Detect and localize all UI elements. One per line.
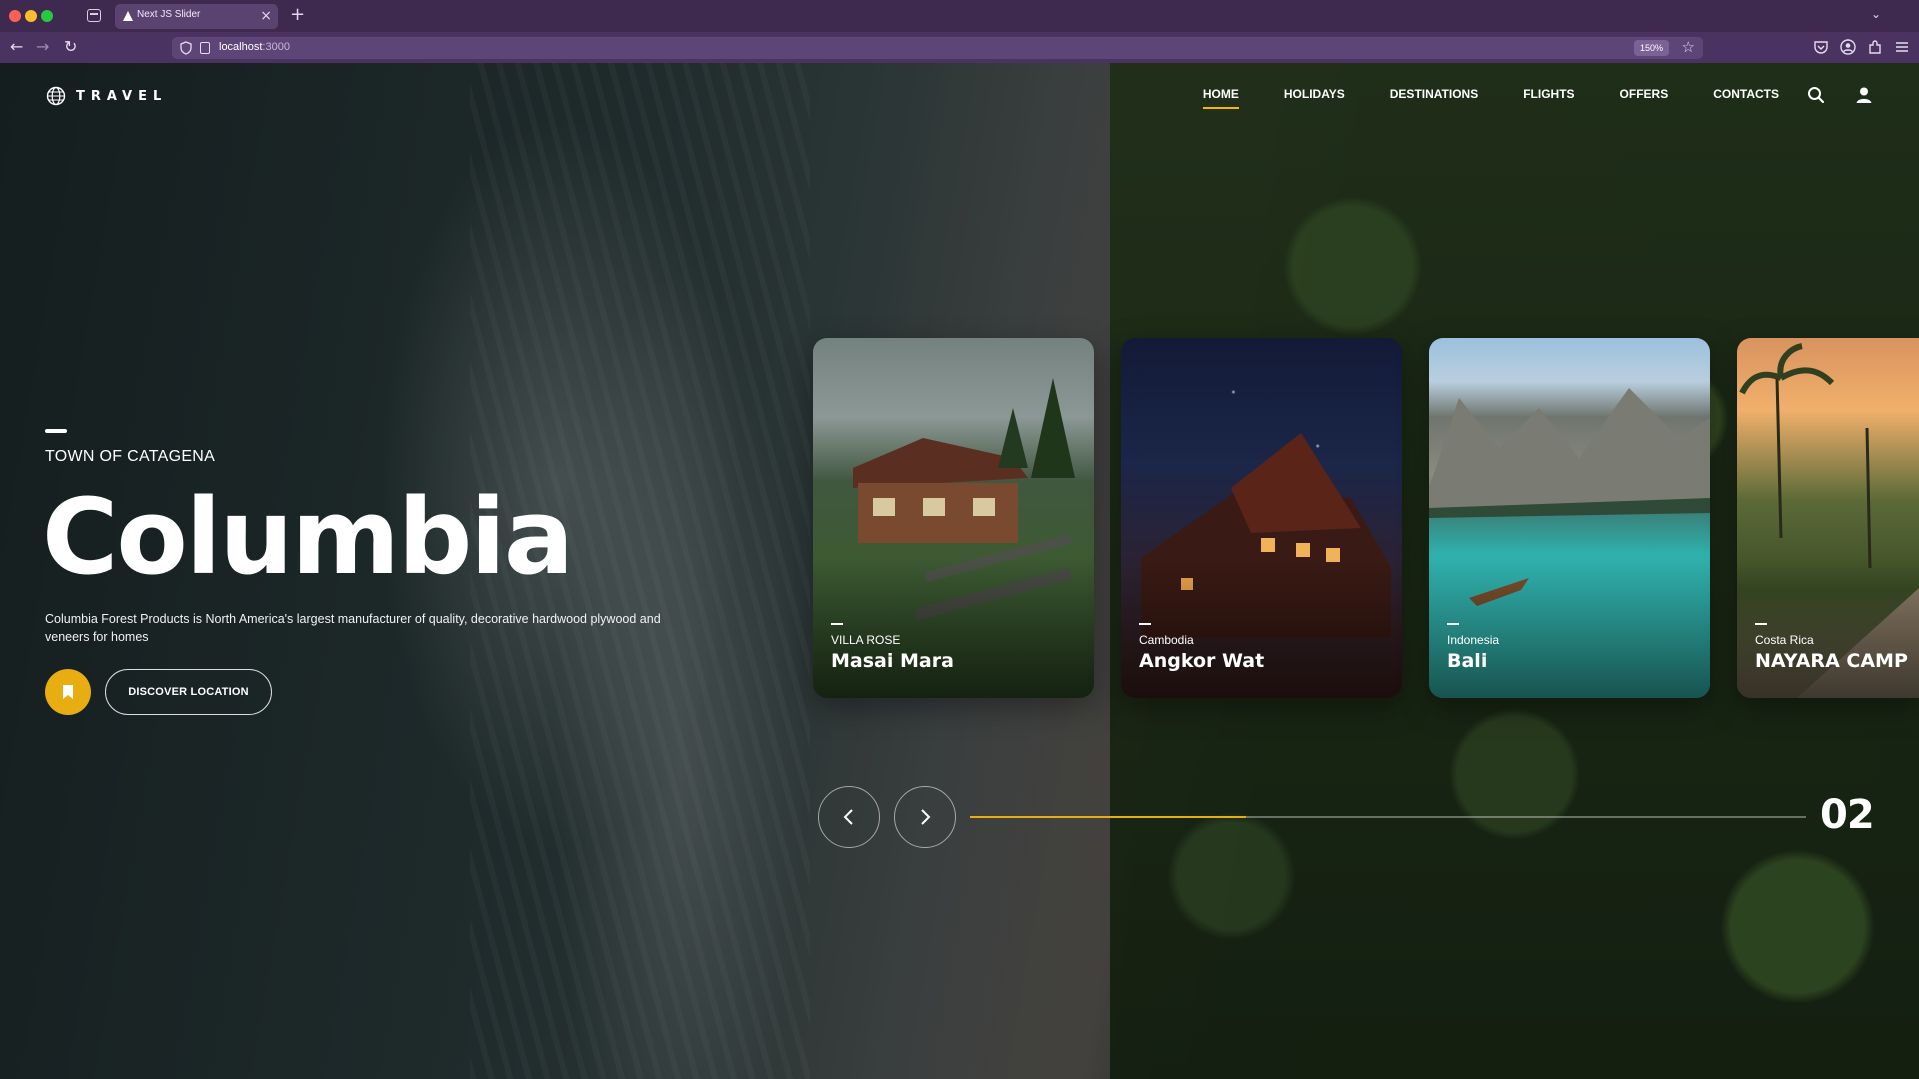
card-title: NAYARA CAMP xyxy=(1755,650,1908,672)
card-subtitle: Indonesia xyxy=(1447,633,1500,647)
new-tab-button[interactable]: + xyxy=(290,5,305,25)
menu-item-holidays[interactable]: HOLIDAYS xyxy=(1284,87,1345,109)
chevron-right-icon xyxy=(921,809,931,825)
globe-icon xyxy=(46,86,66,106)
card-shade xyxy=(1429,558,1710,698)
reload-icon[interactable]: ↻ xyxy=(64,37,77,57)
next-slide-button[interactable] xyxy=(894,786,956,848)
logo-text: TRAVEL xyxy=(76,88,168,104)
card-shade xyxy=(1121,558,1402,698)
hero-title: Columbia xyxy=(42,476,574,598)
extensions-icon[interactable] xyxy=(1866,38,1884,56)
current-slide-number: 02 xyxy=(1820,792,1875,838)
url-port: :3000 xyxy=(262,41,290,53)
site-logo[interactable]: TRAVEL xyxy=(46,86,167,106)
card-subtitle: Costa Rica xyxy=(1755,633,1814,647)
menu-item-offers[interactable]: OFFERS xyxy=(1620,87,1669,109)
user-icon[interactable] xyxy=(1854,85,1874,105)
card-subtitle: Cambodia xyxy=(1139,633,1194,647)
address-bar[interactable]: localhost:3000 150% ☆ xyxy=(172,37,1703,59)
tab-list-icon[interactable] xyxy=(87,9,101,22)
chevron-down-icon[interactable]: ⌄ xyxy=(1871,7,1881,21)
card-shade xyxy=(813,558,1094,698)
shield-icon[interactable] xyxy=(180,41,192,55)
destination-card[interactable]: Cambodia Angkor Wat xyxy=(1121,338,1402,698)
card-shade xyxy=(1737,558,1919,698)
search-icon[interactable] xyxy=(1806,85,1826,105)
card-dash xyxy=(1755,623,1767,625)
account-circle-icon[interactable] xyxy=(1839,38,1857,56)
browser-tab-bar: Next JS Slider × + ⌄ xyxy=(0,0,1919,32)
minimize-window-button[interactable] xyxy=(25,10,37,22)
url-host: localhost xyxy=(219,41,263,53)
hero-dash xyxy=(45,429,67,433)
menu-item-destinations[interactable]: DESTINATIONS xyxy=(1390,87,1478,109)
card-title: Masai Mara xyxy=(831,650,954,672)
card-subtitle: VILLA ROSE xyxy=(831,633,901,647)
tab-close-icon[interactable]: × xyxy=(260,7,272,25)
destination-card[interactable]: Costa Rica NAYARA CAMP xyxy=(1737,338,1919,698)
pocket-icon[interactable] xyxy=(1812,38,1830,56)
close-window-button[interactable] xyxy=(9,10,21,22)
page-icon xyxy=(200,42,210,54)
browser-tab[interactable]: Next JS Slider × xyxy=(115,4,278,29)
hero-subtitle: TOWN OF CATAGENA xyxy=(45,448,216,465)
card-dash xyxy=(1447,623,1459,625)
bookmark-button[interactable] xyxy=(45,669,91,715)
zoom-level-badge[interactable]: 150% xyxy=(1633,40,1669,56)
menu-item-contacts[interactable]: CONTACTS xyxy=(1713,87,1779,109)
chevron-left-icon xyxy=(843,809,853,825)
main-menu: HOME HOLIDAYS DESTINATIONS FLIGHTS OFFER… xyxy=(1202,87,1779,109)
tab-title: Next JS Slider xyxy=(137,9,201,20)
destination-card[interactable]: Indonesia Bali xyxy=(1429,338,1710,698)
star-icon[interactable]: ☆ xyxy=(1682,38,1695,56)
forward-arrow-icon[interactable]: → xyxy=(36,37,49,57)
menu-item-flights[interactable]: FLIGHTS xyxy=(1523,87,1574,109)
destination-card[interactable]: VILLA ROSE Masai Mara xyxy=(813,338,1094,698)
url-text[interactable]: localhost:3000 xyxy=(219,41,290,53)
hero-description: Columbia Forest Products is North Americ… xyxy=(45,612,661,644)
back-arrow-icon[interactable]: ← xyxy=(10,37,23,57)
discover-location-button[interactable]: DISCOVER LOCATION xyxy=(105,669,272,715)
card-title: Angkor Wat xyxy=(1139,650,1265,672)
slider-progress-fill xyxy=(970,816,1246,818)
slider-progress-bar xyxy=(970,816,1806,818)
card-title: Bali xyxy=(1447,650,1488,672)
card-dash xyxy=(831,623,843,625)
previous-slide-button[interactable] xyxy=(818,786,880,848)
triangle-favicon-icon xyxy=(123,11,133,21)
menu-item-home[interactable]: HOME xyxy=(1202,87,1239,109)
bookmark-icon xyxy=(63,685,73,699)
maximize-window-button[interactable] xyxy=(41,10,53,22)
hamburger-menu-icon[interactable] xyxy=(1893,38,1911,56)
web-page: TRAVEL HOME HOLIDAYS DESTINATIONS FLIGHT… xyxy=(0,63,1919,1079)
card-dash xyxy=(1139,623,1151,625)
